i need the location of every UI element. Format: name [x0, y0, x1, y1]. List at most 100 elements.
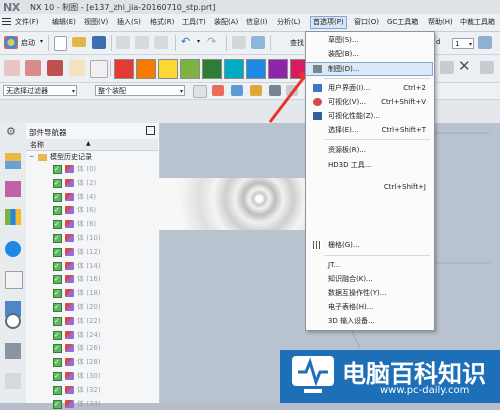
copy-icon[interactable] [135, 36, 149, 49]
menu-item-resource-bar[interactable]: 资源板(R)... [306, 144, 432, 156]
menu-analysis[interactable]: 分析(L) [277, 17, 300, 28]
maximize-icon[interactable] [146, 126, 155, 135]
save-icon[interactable] [92, 36, 106, 49]
visibility-checkbox[interactable] [53, 356, 62, 368]
color-swatch-cyan[interactable] [224, 59, 244, 79]
paste-icon[interactable] [154, 36, 168, 49]
menu-gc-toolbox[interactable]: GC工具箱 [387, 17, 418, 28]
menu-item-user-interface[interactable]: 用户界面(I)... Ctrl+2 [306, 82, 432, 94]
undo-dropdown-icon[interactable]: ▾ [197, 38, 200, 45]
system-materials-icon[interactable] [5, 343, 21, 359]
color-swatch-green[interactable] [202, 59, 222, 79]
color-swatch-yellow[interactable] [158, 59, 178, 79]
menu-item-spreadsheet[interactable]: 电子表格(H)... [306, 301, 432, 313]
menu-tools[interactable]: 工具(T) [182, 17, 206, 28]
selection-scope-dropdown[interactable]: 整个装配 ▾ [95, 85, 185, 96]
menu-window[interactable]: 窗口(O) [354, 17, 379, 28]
constraint-navigator-icon[interactable] [5, 209, 21, 225]
menu-item-obscured[interactable]: Ctrl+Shift+J [306, 181, 432, 193]
new-icon[interactable] [54, 36, 67, 51]
visibility-checkbox[interactable] [53, 204, 62, 216]
tree-row-body[interactable]: 体 (28) [26, 356, 158, 368]
visibility-checkbox[interactable] [53, 301, 62, 313]
visibility-checkbox[interactable] [53, 384, 62, 396]
color-swatch-orange[interactable] [136, 59, 156, 79]
tree-row-body[interactable]: 体 (14) [26, 260, 158, 272]
command-finder-icon[interactable] [251, 36, 265, 49]
menu-assembly[interactable]: 装配(A) [214, 17, 238, 28]
visibility-checkbox[interactable] [53, 287, 62, 299]
menu-item-knowledge-fusion[interactable]: 知识融合(K)... [306, 273, 432, 285]
process-studio-icon[interactable] [5, 373, 21, 389]
undo-icon[interactable]: ↶ [181, 35, 190, 48]
menu-item-drafting[interactable]: 制图(D)... [305, 62, 433, 76]
highlight-icon[interactable] [69, 60, 85, 76]
color-swatch-red[interactable] [114, 59, 134, 79]
visibility-checkbox[interactable] [53, 191, 62, 203]
tree-row-body[interactable]: 体 (0) [26, 163, 158, 175]
layer-number-field[interactable]: 1 ▾ [452, 38, 474, 49]
menu-item-hd3d-tools[interactable]: HD3D 工具... [306, 159, 432, 171]
selection-filter-dropdown[interactable]: 无选择过滤器 ▾ [3, 85, 77, 96]
window-icon[interactable] [232, 36, 246, 49]
menu-item-data-interop[interactable]: 数据互操作性(Y)... [306, 287, 432, 299]
tree-row-body[interactable]: 体 (30) [26, 370, 158, 382]
tree-row-body[interactable]: 体 (18) [26, 287, 158, 299]
menu-item-visualization[interactable]: 可视化(V)... Ctrl+Shift+V [306, 96, 432, 108]
visibility-checkbox[interactable] [53, 246, 62, 258]
menu-format[interactable]: 格式(R) [150, 17, 174, 28]
assembly-navigator-icon[interactable] [5, 181, 21, 197]
tree-row-body[interactable]: 体 (26) [26, 342, 158, 354]
menu-edit[interactable]: 编辑(E) [52, 17, 76, 28]
start-dropdown-icon[interactable]: ▾ [40, 38, 43, 45]
web-browser-icon[interactable] [5, 241, 21, 257]
tree-row-body[interactable]: 体 (8) [26, 218, 158, 230]
snap-point-icon[interactable] [231, 85, 243, 96]
select-mode-icon[interactable] [193, 85, 207, 98]
menu-cn-toolbox[interactable]: 中裁工具箱 [460, 17, 495, 28]
menu-help[interactable]: 帮助(H) [428, 17, 453, 28]
part-navigator-icon[interactable] [5, 153, 21, 169]
edit-object-display-icon[interactable] [25, 60, 41, 76]
clock-icon[interactable] [5, 313, 21, 329]
point-icon[interactable] [440, 61, 454, 74]
cut-icon[interactable] [116, 36, 130, 49]
open-icon[interactable] [72, 37, 86, 47]
tree-row-body[interactable]: 体 (16) [26, 273, 158, 285]
menu-view[interactable]: 视图(V) [84, 17, 108, 28]
visibility-checkbox[interactable] [53, 342, 62, 354]
collapse-icon[interactable]: − [29, 151, 34, 163]
tree-row-body[interactable]: 体 (10) [26, 232, 158, 244]
start-label[interactable]: 启动 [21, 38, 35, 48]
history-icon[interactable] [5, 271, 23, 289]
tree-row-body[interactable]: 体 (22) [26, 315, 158, 327]
column-name[interactable]: 名称 [30, 140, 44, 150]
color-swatch-lime[interactable] [180, 59, 200, 79]
tree-row-root[interactable]: − 模型历史记录 [26, 151, 158, 163]
tree-row-body[interactable]: 体 (12) [26, 246, 158, 258]
tree-row-body[interactable]: 体 (4) [26, 191, 158, 203]
redo-icon[interactable]: ↷ [207, 35, 216, 48]
visibility-checkbox[interactable] [53, 177, 62, 189]
snap-icon[interactable] [212, 85, 224, 96]
tree-row-body[interactable]: 体 (6) [26, 204, 158, 216]
menu-item-sketch[interactable]: 草图(S)... [306, 34, 432, 46]
menu-item-grid[interactable]: 栅格(G)... [306, 239, 432, 251]
start-icon[interactable] [4, 36, 18, 49]
menu-item-assembly[interactable]: 装配(B)... [306, 48, 432, 60]
visibility-checkbox[interactable] [53, 260, 62, 272]
visibility-checkbox[interactable] [53, 315, 62, 327]
tree-row-body[interactable]: 体 (34) [26, 398, 158, 410]
part-color-icon[interactable] [4, 60, 20, 76]
menu-insert[interactable]: 插入(S) [117, 17, 141, 28]
more-icon[interactable] [480, 61, 494, 74]
visibility-checkbox[interactable] [53, 163, 62, 175]
gear-icon[interactable]: ⚙ [6, 125, 16, 138]
visibility-checkbox[interactable] [53, 218, 62, 230]
object-color-icon[interactable] [47, 60, 63, 76]
menu-item-jt[interactable]: JT... [306, 259, 432, 271]
background-icon[interactable] [90, 60, 108, 78]
menu-icon[interactable] [2, 18, 11, 26]
visibility-checkbox[interactable] [53, 273, 62, 285]
tree-row-body[interactable]: 体 (20) [26, 301, 158, 313]
